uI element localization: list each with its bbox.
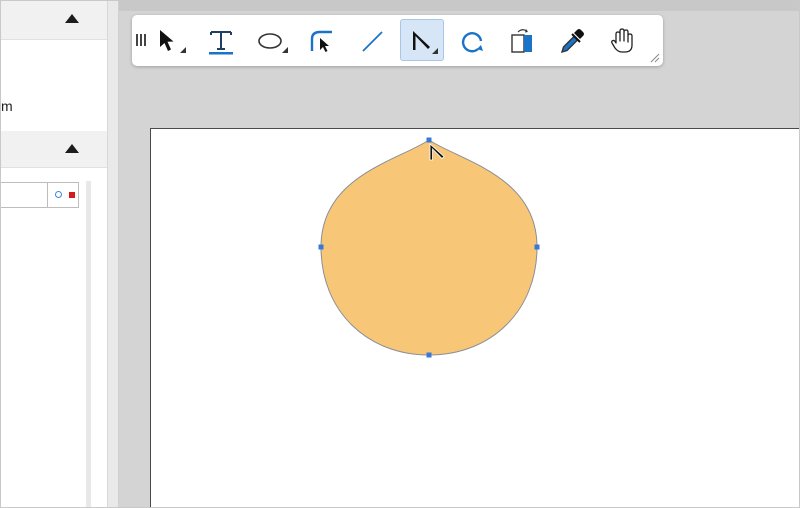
- properties-panel: m: [1, 1, 107, 507]
- ellipse-icon: [258, 33, 288, 53]
- pan-tool-button[interactable]: [600, 19, 644, 61]
- resize-grip-icon[interactable]: [650, 53, 660, 63]
- eyedropper-icon: [560, 29, 584, 54]
- field-separator: [47, 183, 48, 207]
- gradient-icon: [511, 29, 532, 53]
- panel-header-1[interactable]: [1, 1, 107, 40]
- node-edit-icon: [413, 31, 438, 54]
- arrow-pointer-icon: [160, 30, 186, 53]
- node-edit-tool-button[interactable]: [400, 19, 444, 61]
- drawing-toolbar: [132, 15, 663, 66]
- panel-splitter[interactable]: [107, 1, 119, 507]
- rotate-icon: [461, 32, 483, 53]
- line-tool-button[interactable]: [350, 19, 394, 61]
- toolbar-grip-icon[interactable]: [136, 34, 146, 46]
- app-window: m: [0, 0, 800, 508]
- curve-node-icon: [310, 30, 332, 52]
- circle-icon[interactable]: [55, 191, 62, 198]
- node-handle-right[interactable]: [534, 244, 540, 250]
- rotate-tool-button[interactable]: [450, 19, 494, 61]
- collapse-arrow-icon[interactable]: [65, 144, 79, 153]
- text-tool-button[interactable]: [199, 19, 243, 61]
- square-icon[interactable]: [69, 192, 75, 198]
- hand-icon: [611, 28, 633, 53]
- color-field[interactable]: [1, 182, 79, 208]
- node-handle-top[interactable]: [426, 137, 432, 143]
- node-handle-bottom[interactable]: [426, 352, 432, 358]
- selection-tool-button[interactable]: [150, 19, 194, 61]
- collapse-arrow-icon[interactable]: [65, 14, 79, 23]
- gradient-tool-button[interactable]: [500, 19, 544, 61]
- workspace-top-strip: [119, 1, 799, 11]
- line-icon: [362, 31, 383, 52]
- curve-node-tool-button[interactable]: [300, 19, 344, 61]
- panel-scrollbar[interactable]: [86, 181, 91, 507]
- panel-header-2[interactable]: [1, 131, 107, 168]
- text-icon: [209, 31, 233, 55]
- ellipse-tool-button[interactable]: [250, 19, 294, 61]
- eyedropper-tool-button[interactable]: [550, 19, 594, 61]
- node-handle-left[interactable]: [318, 244, 324, 250]
- panel-label: m: [1, 98, 13, 114]
